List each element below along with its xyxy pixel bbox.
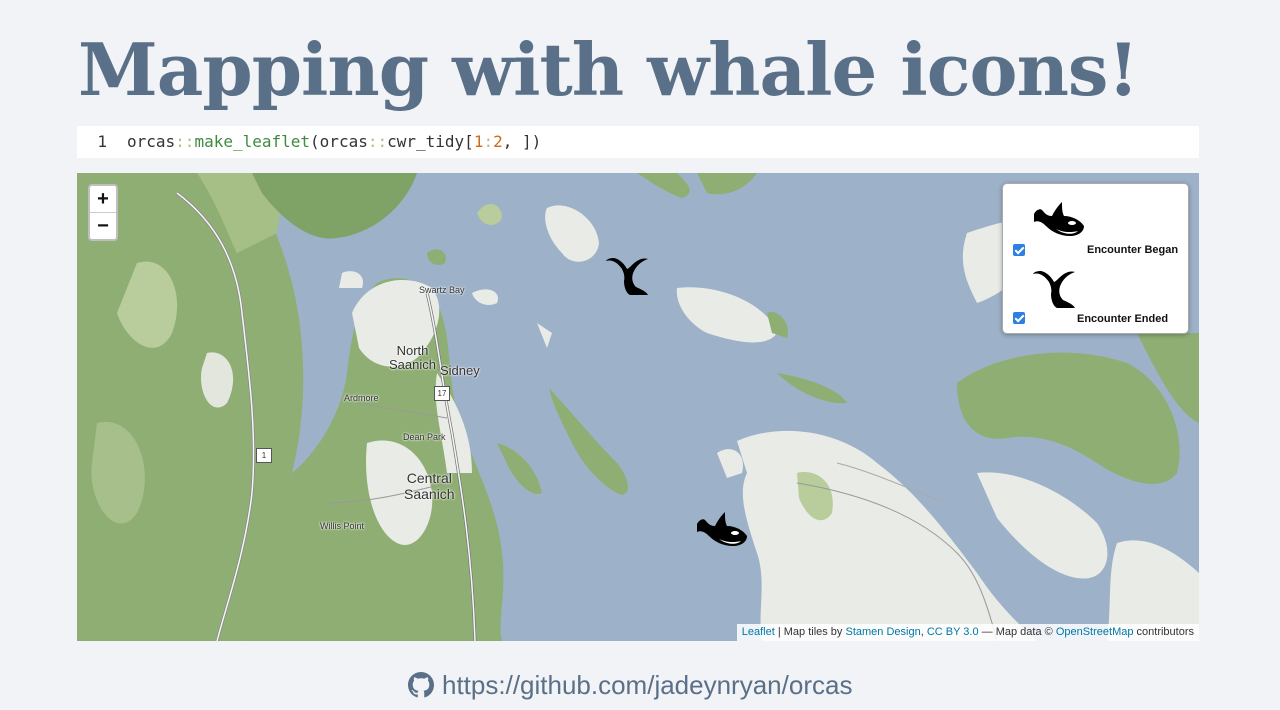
code-colon: : (483, 132, 494, 151)
code-operator: :: (175, 132, 195, 151)
code-number-end: 2 (493, 132, 503, 151)
code-namespace-2: orcas (319, 132, 368, 151)
place-label-north: North (396, 343, 429, 358)
place-label-ardmore: Ardmore (344, 393, 379, 403)
place-label-swartz-bay: Swartz Bay (419, 285, 465, 295)
license-link[interactable]: CC BY 3.0 (927, 626, 979, 638)
whale-tail-icon[interactable] (604, 257, 650, 297)
github-icon (408, 672, 434, 698)
encounter-ended-label: Encounter Ended (1077, 313, 1169, 325)
orca-icon[interactable] (695, 512, 749, 548)
zoom-out-button[interactable]: − (90, 213, 116, 239)
osm-link[interactable]: OpenStreetMap (1056, 626, 1134, 638)
github-url: https://github.com/jadeynryan/orcas (442, 669, 853, 700)
legend-whale-tail-icon (1033, 271, 1075, 308)
zoom-control: + − (88, 184, 118, 241)
place-label-central: Central (406, 470, 452, 486)
layer-legend: Encounter Began Encounter Ended (1002, 183, 1189, 334)
highway-17-shield: 17 (434, 386, 450, 401)
code-dataset: cwr_tidy (387, 132, 465, 151)
highway-1-shield: 1 (256, 448, 272, 463)
place-label-sidney: Sidney (440, 363, 480, 378)
place-label-willis-point: Willis Point (320, 521, 365, 531)
line-number: 1 (97, 132, 107, 151)
map-attribution: Leaflet | Map tiles by Stamen Design, CC… (736, 624, 1199, 641)
stamen-link[interactable]: Stamen Design (845, 626, 920, 638)
code-block: 1 orcas::make_leaflet(orcas::cwr_tidy[1:2… (77, 126, 1199, 158)
encounter-began-checkbox[interactable] (1013, 244, 1025, 256)
slide-title: Mapping with whale icons! (78, 27, 1139, 112)
code-operator-2: :: (367, 132, 388, 151)
encounter-ended-checkbox[interactable] (1013, 312, 1025, 324)
attribution-text-1: | Map tiles by (774, 626, 846, 638)
encounter-began-label: Encounter Began (1087, 244, 1179, 256)
code-paren: ( (310, 132, 320, 151)
code-bracket: [ (464, 132, 474, 151)
leaflet-link[interactable]: Leaflet (742, 626, 775, 638)
place-label-central-saanich: Central Saanich (404, 470, 455, 502)
attribution-text-2: — Map data © (978, 626, 1056, 638)
place-label-saanich-2: Saanich (404, 486, 455, 502)
place-label-north-saanich: North Saanich (389, 344, 436, 372)
leaflet-map[interactable]: Swartz Bay North Saanich Sidney Ardmore D… (77, 173, 1199, 641)
github-link[interactable]: https://github.com/jadeynryan/orcas (408, 666, 852, 704)
code-namespace: orcas (127, 132, 176, 151)
attribution-text-3: contributors (1133, 626, 1194, 638)
code-tail: , ]) (502, 132, 542, 151)
place-label-dean-park: Dean Park (403, 432, 446, 442)
legend-orca-icon (1034, 202, 1084, 236)
code-number-start: 1 (473, 132, 484, 151)
zoom-in-button[interactable]: + (90, 186, 116, 213)
code-function: make_leaflet (194, 132, 311, 151)
place-label-saanich: Saanich (389, 357, 436, 372)
